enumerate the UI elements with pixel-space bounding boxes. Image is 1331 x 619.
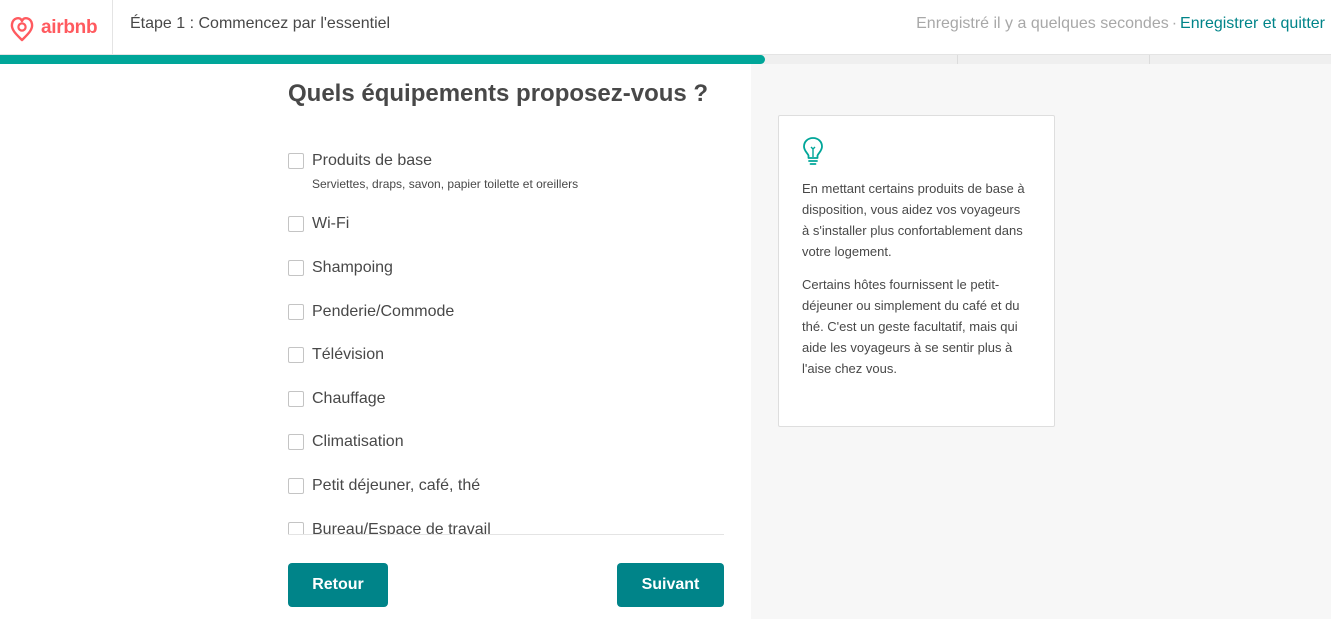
amenity-air-conditioning[interactable]: Climatisation (288, 431, 404, 453)
amenity-basic-products[interactable]: Produits de base Serviettes, draps, savo… (288, 150, 578, 191)
saved-status: Enregistré il y a quelques secondes (916, 15, 1169, 32)
checkbox[interactable] (288, 153, 304, 169)
amenity-shampoo[interactable]: Shampoing (288, 257, 393, 279)
amenity-wifi[interactable]: Wi-Fi (288, 213, 349, 235)
amenity-label: Shampoing (312, 259, 393, 276)
checkbox[interactable] (288, 347, 304, 363)
save-area: Enregistré il y a quelques secondes · Enre… (916, 15, 1325, 33)
amenity-label: Télévision (312, 346, 385, 363)
amenity-label: Petit déjeuner, café, thé (312, 477, 481, 494)
amenity-label: Bureau/Espace de travail (312, 521, 491, 535)
amenity-label: Wi-Fi (312, 215, 350, 232)
next-button[interactable]: Suivant (617, 563, 724, 607)
separator: · (1171, 15, 1178, 32)
tip-paragraph: En mettant certains produits de base à d… (802, 181, 1025, 259)
top-header: airbnb Étape 1 : Commencez par l'essenti… (0, 0, 1331, 55)
checkbox[interactable] (288, 260, 304, 276)
logo-text: airbnb (41, 16, 98, 38)
checkbox[interactable] (288, 304, 304, 320)
progress-segment-divider (957, 55, 958, 64)
amenity-label: Chauffage (312, 390, 386, 407)
tip-paragraph: Certains hôtes fournissent le petit-déje… (802, 277, 1020, 376)
airbnb-belo-icon (10, 16, 34, 41)
amenity-breakfast[interactable]: Petit déjeuner, café, thé (288, 475, 480, 497)
tip-card: En mettant certains produits de base à d… (778, 115, 1055, 427)
checkbox[interactable] (288, 522, 304, 534)
progress-bar (0, 55, 1331, 64)
airbnb-logo[interactable]: airbnb (0, 0, 113, 55)
amenity-wardrobe[interactable]: Penderie/Commode (288, 301, 454, 323)
checkbox[interactable] (288, 391, 304, 407)
checkbox[interactable] (288, 434, 304, 450)
checkbox[interactable] (288, 216, 304, 232)
amenity-label: Penderie/Commode (312, 303, 455, 320)
save-and-quit-link[interactable]: Enregistrer et quitter (1180, 15, 1325, 32)
progress-segment-divider (1149, 55, 1150, 64)
lightbulb-icon (803, 137, 823, 165)
progress-fill (0, 55, 765, 64)
amenities-list: Produits de base Serviettes, draps, savo… (288, 140, 724, 535)
page-title: Quels équipements proposez-vous ? (288, 80, 709, 107)
checkbox[interactable] (288, 478, 304, 494)
amenity-tv[interactable]: Télévision (288, 344, 384, 366)
amenity-label: Produits de base (312, 152, 433, 169)
amenity-description: Serviettes, draps, savon, papier toilett… (312, 177, 579, 191)
amenity-label: Climatisation (312, 433, 404, 450)
step-title: Étape 1 : Commencez par l'essentiel (130, 15, 391, 32)
amenity-workspace[interactable]: Bureau/Espace de travail (288, 519, 491, 535)
back-button[interactable]: Retour (288, 563, 388, 607)
amenity-heating[interactable]: Chauffage (288, 388, 386, 410)
